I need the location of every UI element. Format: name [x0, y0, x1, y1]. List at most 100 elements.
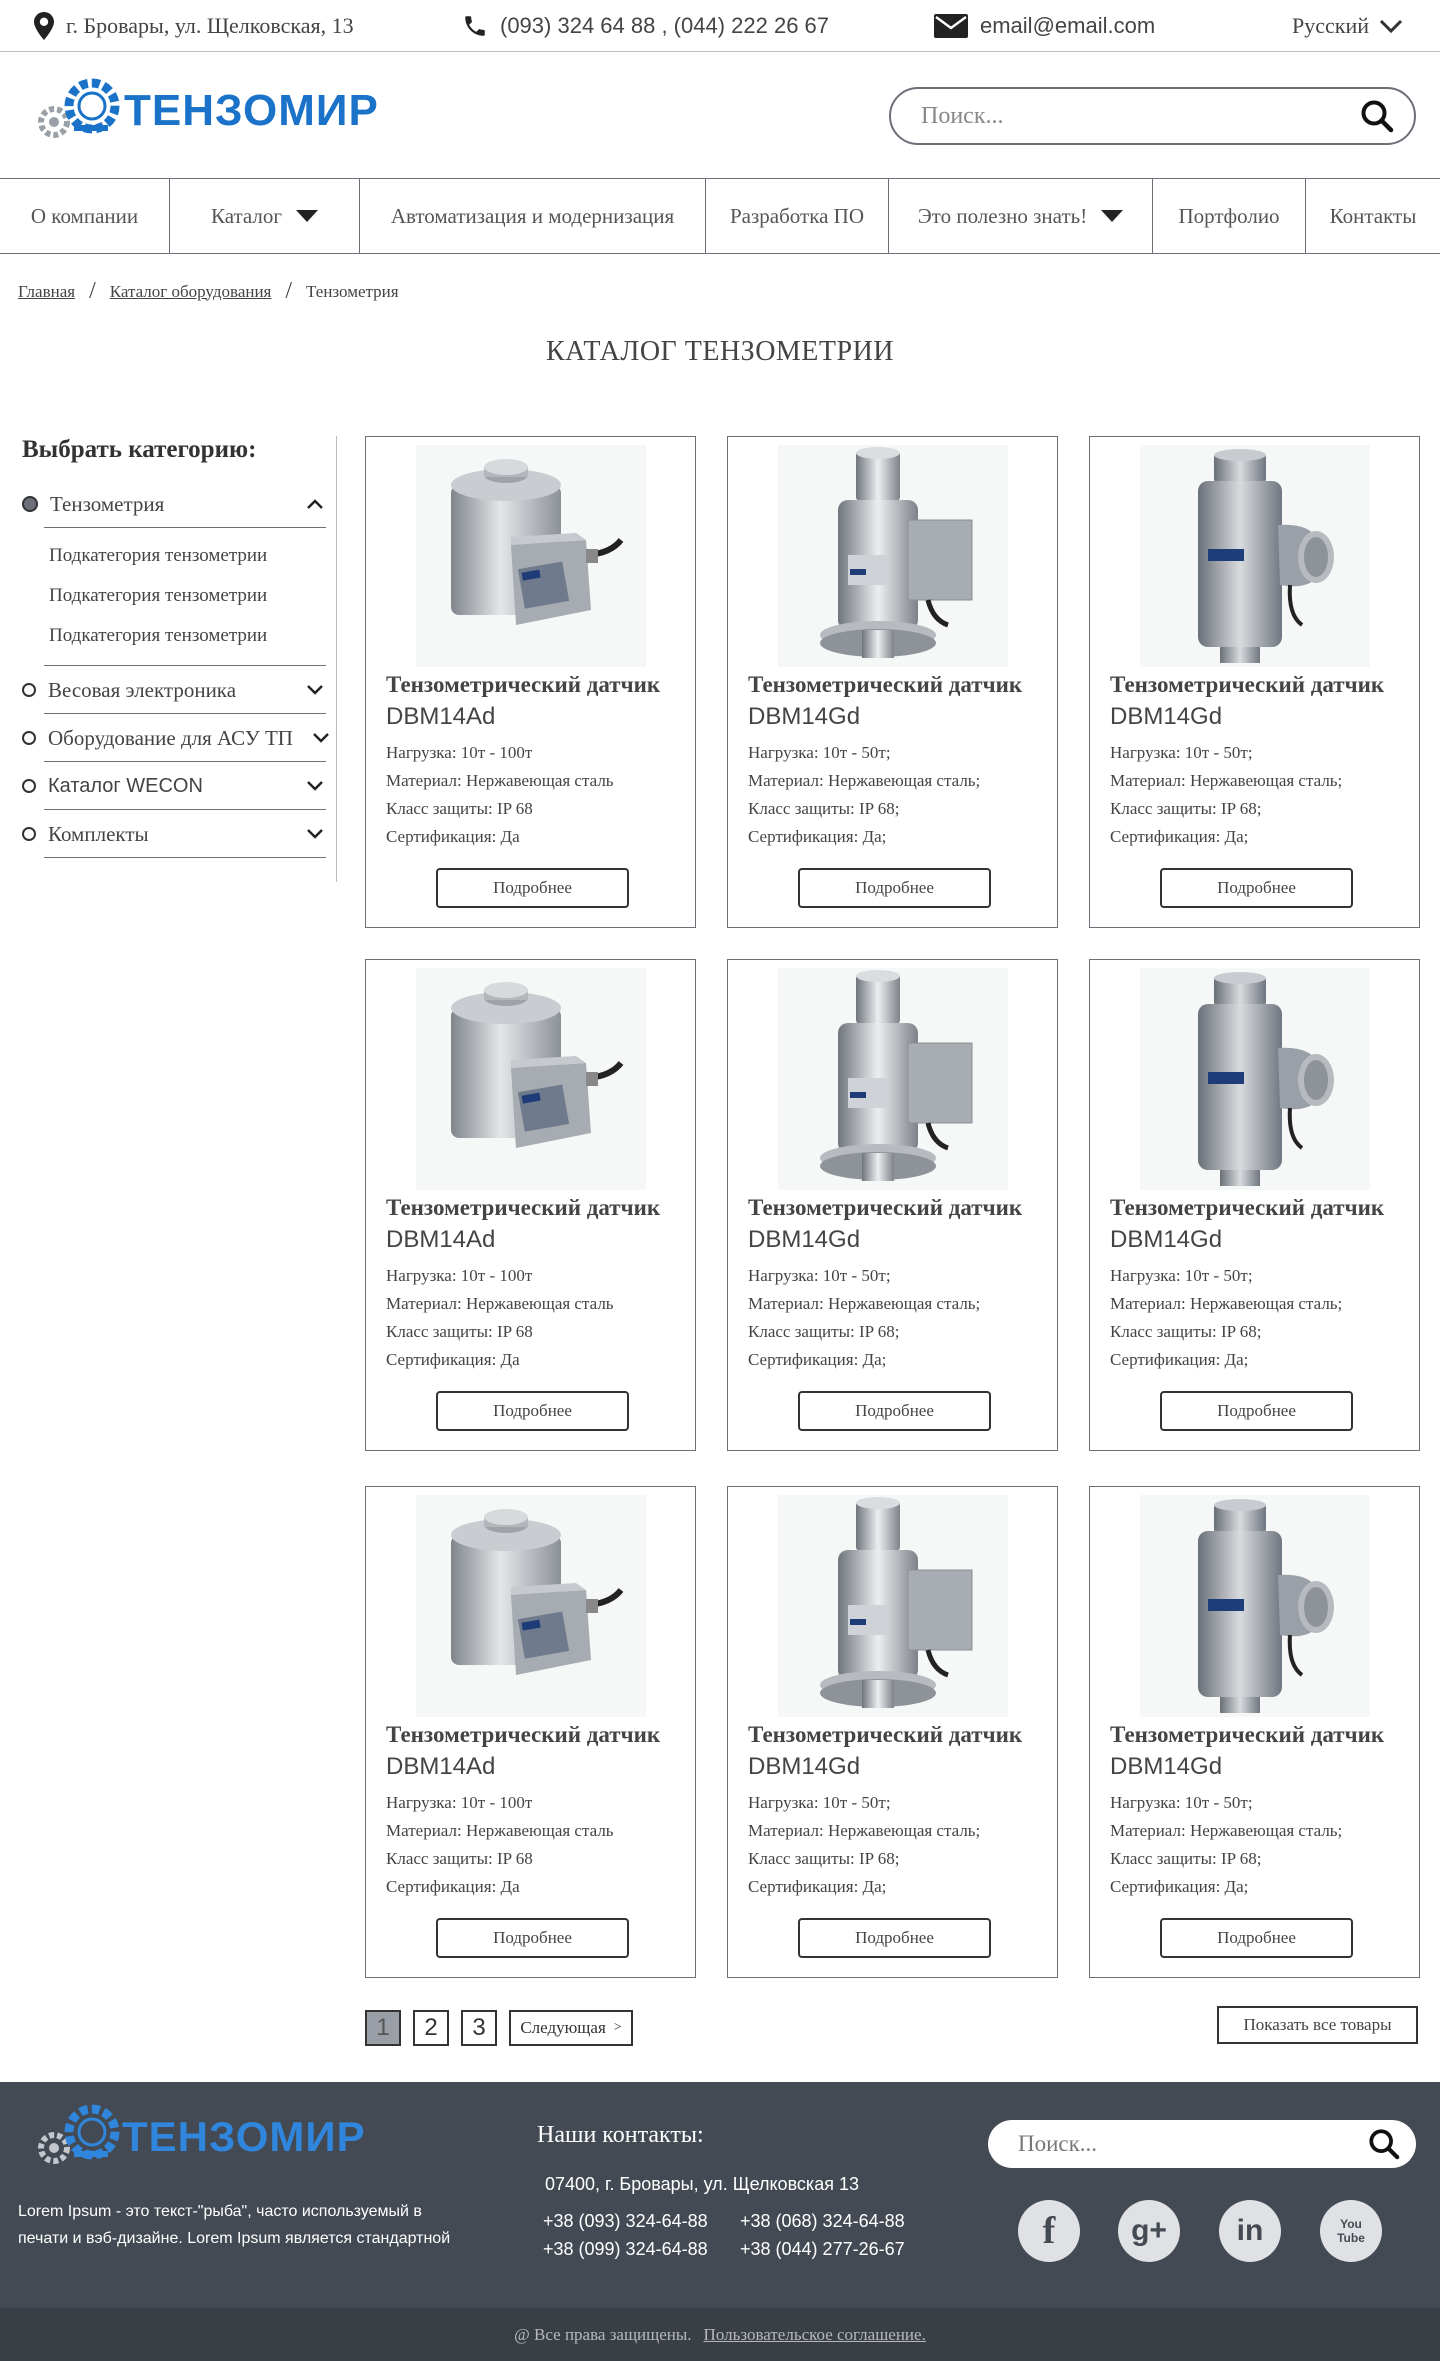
product-card[interactable]: Тензометрический датчик DBM14Ad Нагрузка: …	[365, 436, 696, 928]
header-search[interactable]	[889, 87, 1416, 145]
product-card[interactable]: Тензометрический датчик DBM14Ad Нагрузка: …	[365, 959, 696, 1451]
nav-contacts[interactable]: Контакты	[1306, 179, 1440, 253]
spec-protection: Класс защиты: IP 68;	[748, 1849, 900, 1868]
nav-software[interactable]: Разработка ПО	[706, 179, 889, 253]
google-plus-icon[interactable]: g+	[1118, 2200, 1180, 2262]
nav-portfolio[interactable]: Портфолио	[1153, 179, 1306, 253]
subcategory-item[interactable]: Подкатегория тензометрии	[22, 576, 336, 616]
category-automation-equipment[interactable]: Оборудование для АСУ ТП	[22, 714, 336, 762]
details-button[interactable]: Подробнее	[1160, 1918, 1353, 1958]
product-card[interactable]: Тензометрический датчик DBM14Gd Нагрузка: …	[727, 959, 1058, 1451]
nav-about[interactable]: О компании	[0, 179, 170, 253]
product-image[interactable]	[777, 1495, 1008, 1717]
language-select[interactable]: Русский	[1292, 0, 1403, 52]
product-card[interactable]: Тензометрический датчик DBM14Gd Нагрузка: …	[1089, 436, 1420, 928]
footer-search[interactable]	[988, 2120, 1416, 2168]
logo[interactable]: ТЕНЗОМИР	[34, 76, 379, 146]
language-label: Русский	[1292, 13, 1369, 38]
footer-phone[interactable]: +38 (068) 324-64-88	[740, 2207, 920, 2235]
spec-protection: Класс защиты: IP 68;	[748, 1322, 900, 1341]
nav-label: Каталог	[210, 203, 283, 228]
product-card[interactable]: Тензометрический датчик DBM14Gd Нагрузка: …	[1089, 959, 1420, 1451]
details-button[interactable]: Подробнее	[798, 868, 991, 908]
product-title[interactable]: Тензометрический датчик DBM14Ad	[386, 1719, 660, 1783]
details-button[interactable]: Подробнее	[1160, 868, 1353, 908]
page-button-1[interactable]: 1	[365, 2010, 401, 2046]
search-input[interactable]	[921, 102, 1360, 130]
spec-certification: Сертификация: Да	[386, 1877, 520, 1896]
product-title[interactable]: Тензометрический датчик DBM14Gd	[748, 1719, 1022, 1783]
show-all-button[interactable]: Показать все товары	[1217, 2006, 1418, 2044]
details-button[interactable]: Подробнее	[436, 868, 629, 908]
logo-text: ТЕНЗОМИР	[124, 86, 379, 135]
page-button-2[interactable]: 2	[413, 2010, 449, 2046]
product-image[interactable]	[1139, 445, 1370, 667]
caret-down-icon	[296, 210, 319, 222]
radio-icon	[22, 779, 36, 793]
product-image[interactable]	[777, 968, 1008, 1190]
footer-search-input[interactable]	[1018, 2131, 1368, 2157]
nav-automation[interactable]: Автоматизация и модернизация	[360, 179, 706, 253]
product-image[interactable]	[777, 445, 1008, 667]
spec-protection: Класс защиты: IP 68	[386, 799, 533, 818]
product-title[interactable]: Тензометрический датчик DBM14Ad	[386, 1192, 660, 1256]
youtube-icon[interactable]: You Tube	[1320, 2200, 1382, 2262]
details-button[interactable]: Подробнее	[436, 1391, 629, 1431]
page-button-3[interactable]: 3	[461, 2010, 497, 2046]
footer-description: Lorem Ipsum - это текст-"рыба", часто ис…	[18, 2198, 450, 2252]
category-weighing-electronics[interactable]: Весовая электроника	[22, 666, 336, 714]
product-image[interactable]	[415, 445, 646, 667]
footer-phone[interactable]: +38 (093) 324-64-88	[543, 2207, 740, 2235]
radio-icon	[22, 827, 36, 841]
facebook-icon[interactable]: f	[1018, 2200, 1080, 2262]
product-image[interactable]	[1139, 1495, 1370, 1717]
breadcrumb-home[interactable]: Главная	[18, 282, 75, 302]
product-title[interactable]: Тензометрический датчик DBM14Ad	[386, 669, 660, 733]
product-card[interactable]: Тензометрический датчик DBM14Ad Нагрузка: …	[365, 1486, 696, 1978]
product-title[interactable]: Тензометрический датчик DBM14Gd	[1110, 1192, 1384, 1256]
phones-text[interactable]: (093) 324 64 88 , (044) 222 26 67	[500, 13, 829, 39]
details-button[interactable]: Подробнее	[436, 1918, 629, 1958]
category-kits[interactable]: Комплекты	[22, 810, 336, 858]
nav-catalog[interactable]: Каталог	[170, 179, 360, 253]
details-button[interactable]: Подробнее	[798, 1918, 991, 1958]
nav-useful[interactable]: Это полезно знать!	[889, 179, 1153, 253]
product-title[interactable]: Тензометрический датчик DBM14Gd	[748, 1192, 1022, 1256]
product-model: DBM14Gd	[748, 1226, 861, 1253]
nav-label: Разработка ПО	[730, 203, 864, 228]
details-button[interactable]: Подробнее	[798, 1391, 991, 1431]
search-icon[interactable]	[1360, 99, 1394, 133]
category-tensometry[interactable]: Тензометрия	[22, 480, 336, 528]
product-specs: Нагрузка: 10т - 100т Материал: Нержавеюща…	[386, 1262, 614, 1374]
footer-phones: +38 (093) 324-64-88 +38 (068) 324-64-88 …	[543, 2207, 920, 2263]
linkedin-icon[interactable]: in	[1219, 2200, 1281, 2262]
product-title[interactable]: Тензометрический датчик DBM14Gd	[1110, 1719, 1384, 1783]
spec-protection: Класс защиты: IP 68;	[748, 799, 900, 818]
spec-material: Материал: Нержавеющая сталь;	[748, 1821, 981, 1840]
footer-phone[interactable]: +38 (099) 324-64-88	[543, 2235, 740, 2263]
product-card[interactable]: Тензометрический датчик DBM14Gd Нагрузка: …	[727, 436, 1058, 928]
subcategory-item[interactable]: Подкатегория тензометрии	[22, 616, 336, 656]
footer-phone[interactable]: +38 (044) 277-26-67	[740, 2235, 920, 2263]
email-text[interactable]: email@email.com	[980, 13, 1155, 39]
subcategory-item[interactable]: Подкатегория тензометрии	[22, 536, 336, 576]
next-page-button[interactable]: Следующая >	[509, 2010, 633, 2046]
user-agreement-link[interactable]: Пользовательское соглашение.	[704, 2325, 926, 2345]
spec-load: Нагрузка: 10т - 100т	[386, 1793, 533, 1812]
product-card[interactable]: Тензометрический датчик DBM14Gd Нагрузка: …	[727, 1486, 1058, 1978]
footer-contacts-title: Наши контакты:	[537, 2122, 704, 2148]
search-icon[interactable]	[1368, 2128, 1400, 2160]
details-button[interactable]: Подробнее	[1160, 1391, 1353, 1431]
footer-logo[interactable]: ТЕНЗОМИР	[34, 2102, 366, 2172]
footer-description-line: Lorem Ipsum - это текст-"рыба", часто ис…	[18, 2203, 422, 2220]
product-title[interactable]: Тензометрический датчик DBM14Gd	[1110, 669, 1384, 733]
breadcrumb-catalog[interactable]: Каталог оборудования	[110, 282, 272, 302]
product-title[interactable]: Тензометрический датчик DBM14Gd	[748, 669, 1022, 733]
product-image[interactable]	[415, 968, 646, 1190]
spec-load: Нагрузка: 10т - 50т;	[1110, 1793, 1253, 1812]
product-card[interactable]: Тензометрический датчик DBM14Gd Нагрузка: …	[1089, 1486, 1420, 1978]
product-image[interactable]	[1139, 968, 1370, 1190]
footer-logo-text: ТЕНЗОМИР	[122, 2113, 366, 2160]
category-wecon[interactable]: Каталог WECON	[22, 762, 336, 810]
product-image[interactable]	[415, 1495, 646, 1717]
